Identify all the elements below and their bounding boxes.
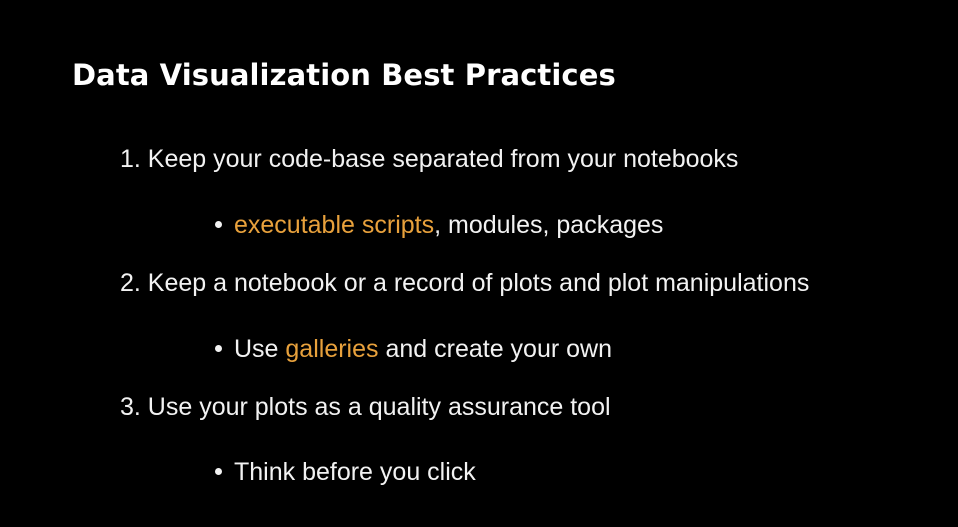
highlight-text: executable scripts xyxy=(234,211,435,239)
sub-point-text: Use xyxy=(234,335,286,363)
bullet-icon xyxy=(215,344,222,352)
point-3: 3. Use your plots as a quality assurance… xyxy=(120,393,611,421)
sub-point-2: Use galleries and create your own xyxy=(215,335,612,364)
point-2: 2. Keep a notebook or a record of plots … xyxy=(120,269,810,297)
highlight-text: galleries xyxy=(285,335,379,363)
sub-point-1: executable scripts, modules, packages xyxy=(215,211,663,240)
bullet-icon xyxy=(215,220,222,228)
sub-point-text: and create your own xyxy=(378,335,612,363)
slide: Data Visualization Best Practices 1. Kee… xyxy=(0,0,958,527)
point-1: 1. Keep your code-base separated from yo… xyxy=(120,145,739,173)
sub-point-3: Think before you click xyxy=(215,458,476,487)
bullet-icon xyxy=(215,467,222,475)
sub-point-text: Think before you click xyxy=(234,458,476,486)
slide-title: Data Visualization Best Practices xyxy=(72,58,616,92)
sub-point-text: , modules, packages xyxy=(434,211,664,239)
